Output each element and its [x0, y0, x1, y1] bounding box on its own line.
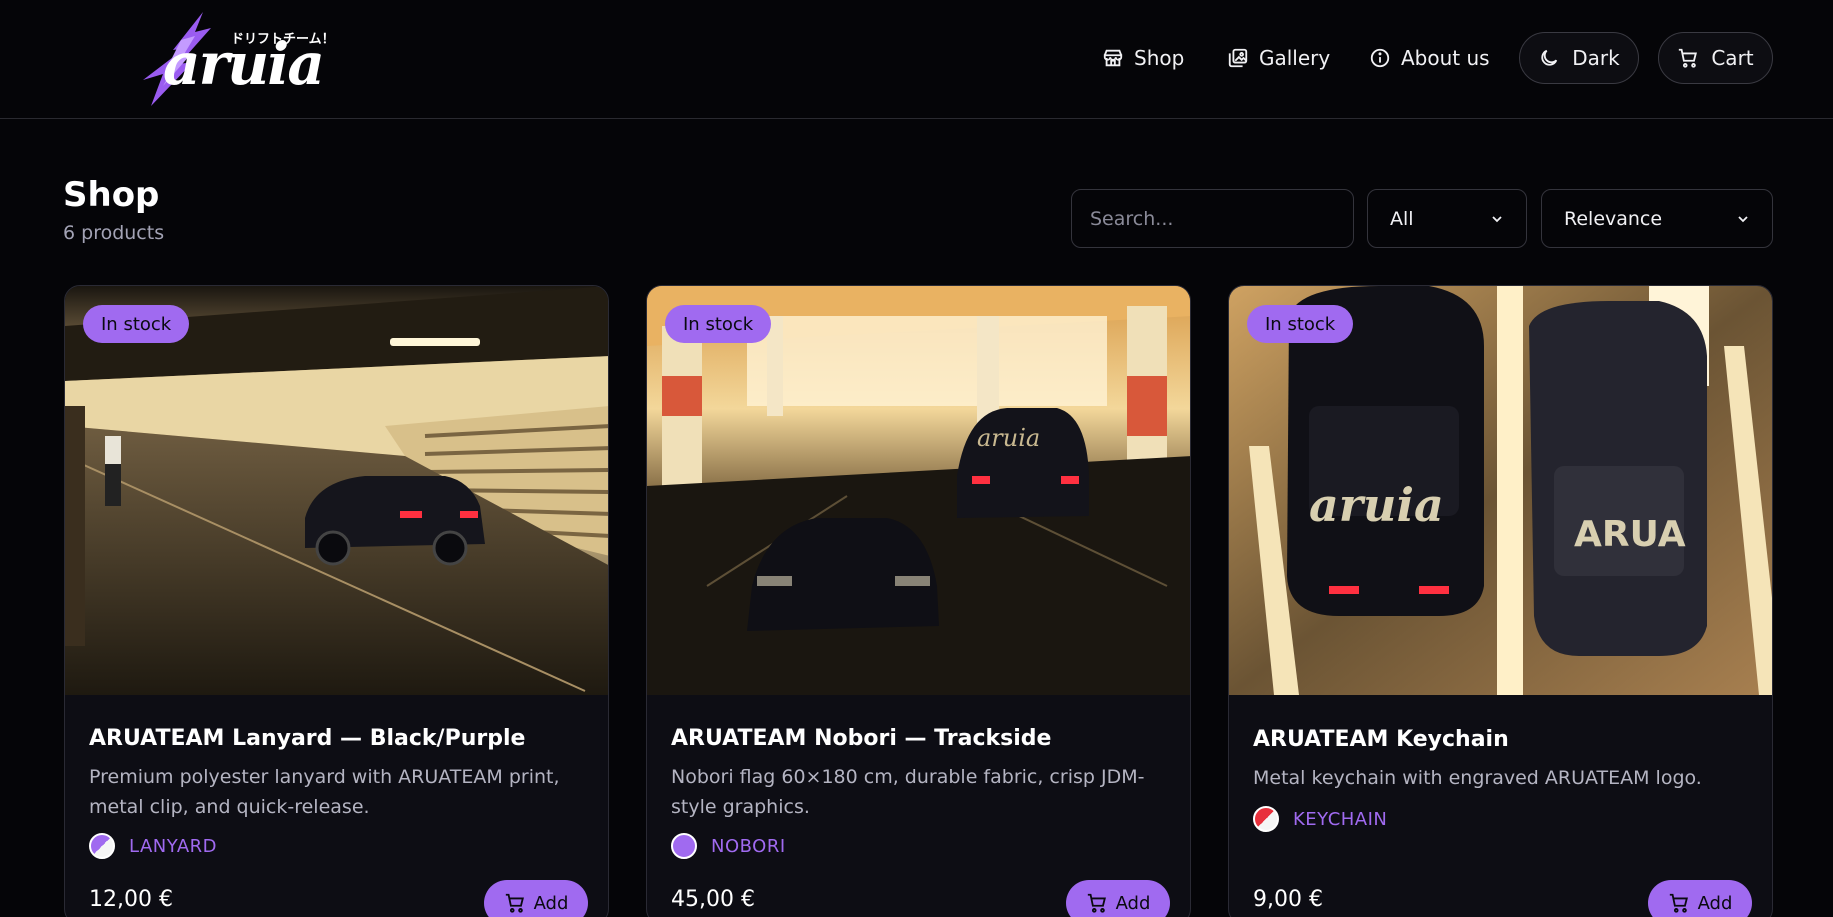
- product-title[interactable]: ARUATEAM Lanyard — Black/Purple: [89, 726, 525, 751]
- nav-gallery-wrap: Gallery: [1227, 32, 1330, 84]
- sort-select[interactable]: Relevance: [1541, 189, 1773, 248]
- moon-icon: [1541, 49, 1558, 66]
- store-icon: [1103, 49, 1123, 67]
- cart-icon: [1669, 893, 1688, 913]
- cart-icon: [1087, 893, 1106, 913]
- nav-shop-label: Shop: [1134, 46, 1185, 70]
- product-price: 12,00 €: [89, 887, 173, 912]
- add-to-cart-button[interactable]: Add: [484, 880, 588, 917]
- nav-about[interactable]: About us: [1369, 32, 1490, 84]
- logo-tagline: ドリフトチーム！: [231, 32, 335, 47]
- add-to-cart-label: Add: [1697, 892, 1733, 914]
- product-description: Premium polyester lanyard with ARUATEAM …: [89, 766, 560, 818]
- product-category: NOBORI: [671, 833, 786, 859]
- theme-toggle-label: Dark: [1572, 46, 1620, 70]
- stock-badge: In stock: [1247, 305, 1354, 343]
- nav-gallery-label: Gallery: [1259, 46, 1331, 70]
- stock-badge: In stock: [665, 305, 772, 343]
- product-image[interactable]: aruia ARUA In stock: [1229, 286, 1772, 695]
- product-image[interactable]: aruia In stock: [647, 286, 1190, 695]
- nav-about-label: About us: [1401, 46, 1490, 70]
- add-to-cart-label: Add: [1115, 892, 1151, 914]
- info-icon: [1370, 48, 1390, 68]
- add-to-cart-button[interactable]: Add: [1648, 880, 1752, 917]
- cart-label: Cart: [1711, 46, 1754, 70]
- category-filter-select[interactable]: All: [1367, 189, 1527, 248]
- main-nav: Shop: [1102, 32, 1184, 84]
- site-header: aruia ドリフトチーム！ Shop Gallery About us Dar…: [0, 0, 1833, 119]
- sort-value: Relevance: [1564, 207, 1663, 230]
- category-filter-value: All: [1390, 207, 1414, 230]
- product-price: 45,00 €: [671, 887, 755, 912]
- product-card[interactable]: aruia In stock ARUATEAM Nobori — Tracksi…: [646, 285, 1191, 917]
- nav-about-wrap: About us: [1369, 32, 1490, 84]
- chevron-down-icon: [1492, 215, 1502, 222]
- cart-icon: [1679, 48, 1698, 68]
- product-card[interactable]: aruia ARUA In stock ARUATEAM Keychain Me…: [1228, 285, 1773, 917]
- theme-toggle-button[interactable]: Dark: [1519, 32, 1639, 84]
- svg-text:aruia: aruia: [1309, 478, 1444, 532]
- product-count: 6 products: [63, 222, 165, 244]
- product-description: Metal keychain with engraved ARUATEAM lo…: [1253, 767, 1702, 789]
- category-label: LANYARD: [129, 835, 217, 857]
- brand-logo[interactable]: aruia ドリフトチーム！: [133, 10, 335, 106]
- product-category: KEYCHAIN: [1253, 806, 1387, 832]
- cart-button[interactable]: Cart: [1658, 32, 1773, 84]
- add-to-cart-button[interactable]: Add: [1066, 880, 1170, 917]
- cart-icon: [505, 893, 524, 913]
- product-image[interactable]: In stock: [65, 286, 608, 695]
- category-swatch-icon: [671, 833, 697, 859]
- gallery-icon: [1228, 48, 1248, 68]
- chevron-down-icon: [1738, 215, 1748, 222]
- page-title: Shop: [63, 175, 160, 215]
- svg-text:ARUA: ARUA: [1574, 514, 1686, 555]
- category-swatch-icon: [89, 833, 115, 859]
- product-price: 9,00 €: [1253, 887, 1323, 912]
- category-swatch-icon: [1253, 806, 1279, 832]
- search-input[interactable]: [1071, 189, 1354, 248]
- product-title[interactable]: ARUATEAM Keychain: [1253, 727, 1509, 752]
- product-category: LANYARD: [89, 833, 217, 859]
- nav-shop[interactable]: Shop: [1102, 32, 1184, 84]
- stock-badge: In stock: [83, 305, 190, 343]
- category-label: NOBORI: [711, 835, 786, 857]
- product-card[interactable]: In stock ARUATEAM Lanyard — Black/Purple…: [64, 285, 609, 917]
- product-description: Nobori flag 60×180 cm, durable fabric, c…: [671, 766, 1145, 818]
- nav-gallery[interactable]: Gallery: [1227, 32, 1330, 84]
- add-to-cart-label: Add: [533, 892, 569, 914]
- category-label: KEYCHAIN: [1293, 808, 1388, 830]
- svg-text:aruia: aruia: [977, 424, 1040, 452]
- product-title[interactable]: ARUATEAM Nobori — Trackside: [671, 726, 1051, 751]
